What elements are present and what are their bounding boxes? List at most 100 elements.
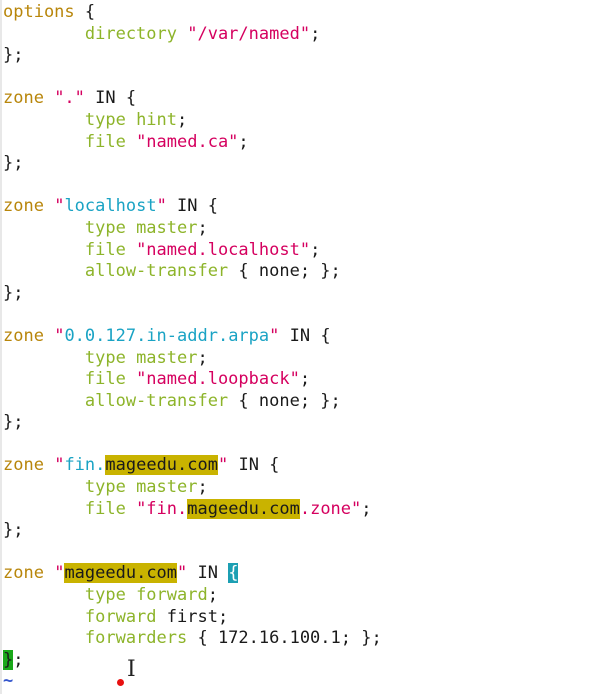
code-token: hint xyxy=(136,109,178,130)
code-token: ; xyxy=(207,585,218,606)
code-token: type xyxy=(3,217,137,238)
code-token: " xyxy=(156,196,167,217)
code-token: "fin. xyxy=(136,498,188,519)
code-token: forwarders xyxy=(3,628,198,649)
code-token: ; xyxy=(197,347,208,368)
code-token: file xyxy=(3,239,137,260)
code-line[interactable] xyxy=(3,542,603,564)
code-line[interactable]: }; xyxy=(3,412,603,434)
code-token: directory xyxy=(3,23,188,44)
code-line[interactable]: file "named.localhost"; xyxy=(3,240,603,262)
code-token: type xyxy=(3,585,137,606)
code-line[interactable]: }; xyxy=(3,283,603,305)
code-token: mageedu.com xyxy=(187,498,300,519)
code-token: IN xyxy=(187,563,229,584)
code-line[interactable]: type master; xyxy=(3,218,603,240)
code-line[interactable]: zone "mageedu.com" IN { xyxy=(3,563,603,585)
code-token: }; xyxy=(3,412,24,433)
code-line[interactable]: zone "." IN { xyxy=(3,88,603,110)
code-token: forward xyxy=(3,606,167,627)
code-token: ; xyxy=(238,131,249,152)
code-token: forward xyxy=(136,585,208,606)
text-editor[interactable]: options { directory "/var/named";}; zone… xyxy=(3,2,603,693)
text-cursor: } xyxy=(3,649,14,670)
code-token: type xyxy=(3,477,137,498)
code-token: mageedu.com xyxy=(64,563,178,584)
code-token: ; xyxy=(361,498,372,519)
code-line[interactable]: zone "fin.mageedu.com" IN { xyxy=(3,455,603,477)
code-line[interactable] xyxy=(3,175,603,197)
code-line[interactable] xyxy=(3,304,603,326)
code-token: }; xyxy=(3,520,24,541)
code-line[interactable] xyxy=(3,67,603,89)
code-token: IN { xyxy=(279,325,331,346)
code-line[interactable]: allow-transfer { none; }; xyxy=(3,261,603,283)
code-token: IN { xyxy=(228,455,280,476)
code-token: " xyxy=(54,455,65,476)
code-token: " xyxy=(217,455,229,476)
code-token: }; xyxy=(3,153,24,174)
code-line[interactable]: type master; xyxy=(3,348,603,370)
editor-gutter xyxy=(0,0,2,694)
code-token: type xyxy=(3,347,137,368)
code-token: { xyxy=(74,2,96,22)
code-line[interactable] xyxy=(3,434,603,456)
code-token: " xyxy=(54,196,65,217)
code-token: { none; }; xyxy=(238,390,341,411)
code-token: IN { xyxy=(166,196,218,217)
code-token: " xyxy=(269,325,280,346)
code-token: ; xyxy=(177,109,188,130)
code-token: allow-transfer xyxy=(3,390,239,411)
code-token: IN { xyxy=(84,88,137,109)
code-line[interactable]: }; xyxy=(3,520,603,542)
code-token: zone xyxy=(3,455,55,476)
code-token: zone xyxy=(3,563,55,584)
code-line[interactable]: }; xyxy=(3,153,603,175)
code-token: zone xyxy=(3,88,55,109)
code-token: "named.ca" xyxy=(136,131,239,152)
code-token: "named.loopback" xyxy=(136,369,300,390)
code-token: "named.localhost" xyxy=(136,239,311,260)
code-line[interactable]: file "fin.mageedu.com.zone"; xyxy=(3,498,603,521)
code-token: options xyxy=(3,2,75,22)
code-line[interactable]: ~ xyxy=(3,671,603,693)
code-line[interactable]: file "named.ca"; xyxy=(3,132,603,154)
code-token: type xyxy=(3,109,137,130)
code-token: first; xyxy=(166,606,229,627)
code-line[interactable]: directory "/var/named"; xyxy=(3,24,603,46)
code-token: master xyxy=(136,477,198,498)
code-token: { xyxy=(228,563,239,584)
code-line[interactable]: zone "localhost" IN { xyxy=(3,196,603,218)
code-token: ; xyxy=(310,239,321,260)
code-token: fin. xyxy=(64,455,106,476)
code-line[interactable]: zone "0.0.127.in-addr.arpa" IN { xyxy=(3,326,603,348)
code-token: "/var/named" xyxy=(187,23,311,44)
code-token: ; xyxy=(310,23,321,44)
code-line[interactable]: allow-transfer { none; }; xyxy=(3,391,603,413)
code-token: ; xyxy=(197,217,208,238)
code-token: zone xyxy=(3,325,55,346)
code-line[interactable]: file "named.loopback"; xyxy=(3,369,603,391)
code-line[interactable]: type forward; xyxy=(3,585,603,607)
code-token: localhost xyxy=(64,196,157,217)
code-token: { none; }; xyxy=(238,261,341,282)
code-line[interactable]: }; xyxy=(3,45,603,67)
code-token: }; xyxy=(3,282,24,303)
code-token: master xyxy=(136,217,198,238)
code-token: file xyxy=(3,369,137,390)
code-line[interactable]: forward first; xyxy=(3,607,603,629)
code-line[interactable]: forwarders { 172.16.100.1; }; xyxy=(3,628,603,650)
code-token: ; xyxy=(13,649,24,670)
code-line[interactable]: }; xyxy=(3,649,603,672)
code-token: file xyxy=(3,131,137,152)
text-cursor-icon: I xyxy=(127,657,136,682)
code-token: 0.0.127.in-addr.arpa xyxy=(64,325,270,346)
code-line[interactable]: type hint; xyxy=(3,110,603,132)
code-token: ~ xyxy=(3,671,14,692)
code-token: mageedu.com xyxy=(105,455,218,476)
code-token: " xyxy=(54,563,65,584)
code-token: file xyxy=(3,498,137,519)
code-token: .zone" xyxy=(299,498,362,519)
code-line[interactable]: options { xyxy=(3,2,603,24)
code-line[interactable]: type master; xyxy=(3,477,603,499)
